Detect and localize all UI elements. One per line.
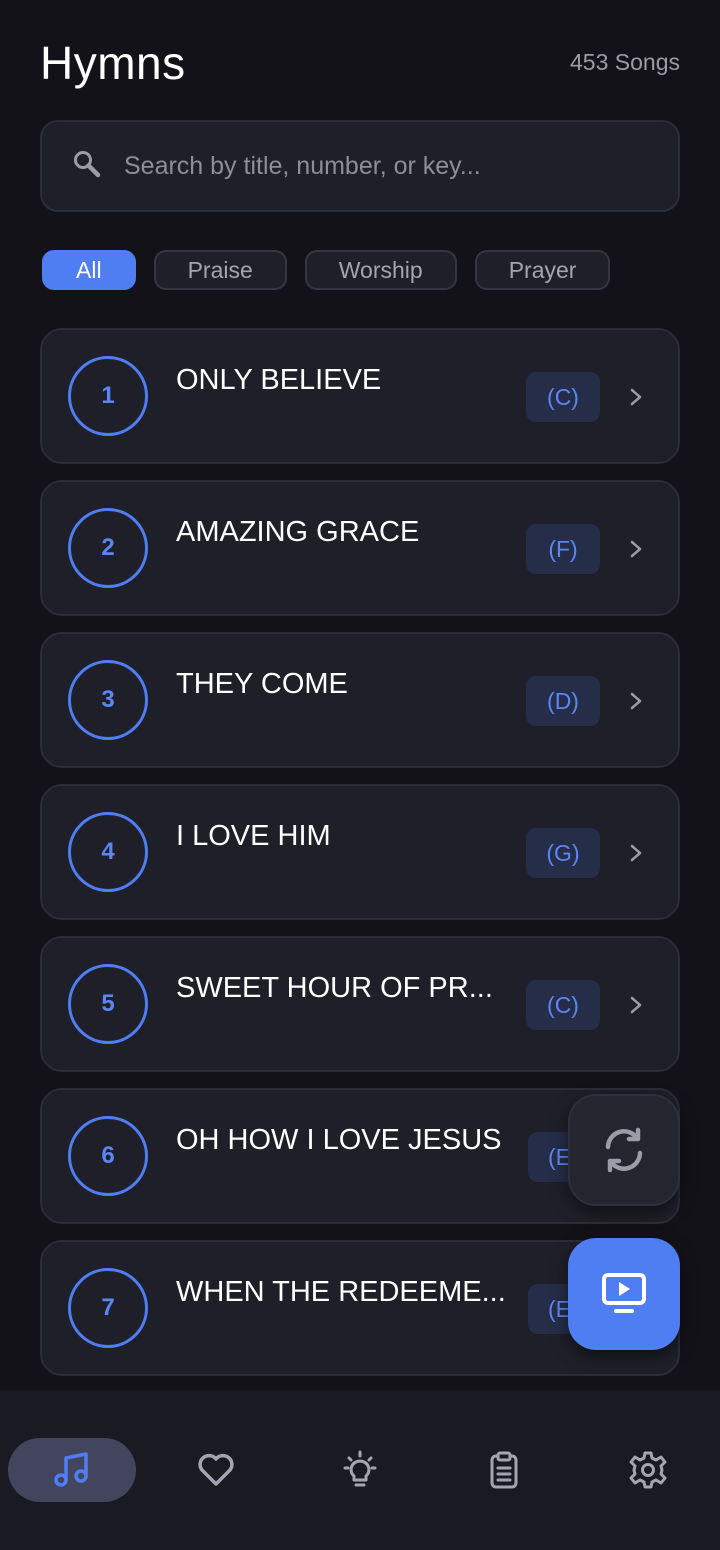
song-title: SWEET HOUR OF PR... — [176, 972, 493, 1004]
song-card[interactable]: 5 SWEET HOUR OF PR... (C) — [40, 936, 680, 1072]
lightbulb-icon — [343, 1450, 377, 1487]
song-card[interactable]: 1 ONLY BELIEVE (C) — [40, 328, 680, 464]
song-title: OH HOW I LOVE JESUS — [176, 1124, 502, 1156]
nav-favorites[interactable] — [152, 1438, 280, 1502]
song-number-badge: 4 — [68, 812, 148, 892]
song-title: THEY COME — [176, 668, 348, 700]
song-count: 453 Songs — [570, 49, 680, 75]
song-key-badge: (F) — [526, 524, 600, 574]
song-key-badge: (D) — [526, 676, 600, 726]
search-icon — [72, 149, 102, 184]
nav-songs[interactable] — [8, 1438, 136, 1502]
nav-ideas[interactable] — [296, 1438, 424, 1502]
refresh-button[interactable] — [568, 1094, 680, 1206]
filter-chip-prayer[interactable]: Prayer — [474, 250, 611, 290]
song-title: WHEN THE REDEEME... — [176, 1276, 506, 1308]
song-number-badge: 3 — [68, 660, 148, 740]
chevron-right-icon — [630, 692, 642, 710]
bottom-navigation — [0, 1390, 720, 1550]
song-key-badge: (G) — [526, 828, 600, 878]
chevron-right-icon — [630, 844, 642, 862]
filter-chips: All Praise Worship Prayer — [42, 250, 611, 290]
song-title: I LOVE HIM — [176, 820, 331, 852]
refresh-icon — [605, 1127, 643, 1173]
chevron-right-icon — [630, 540, 642, 558]
filter-chip-worship[interactable]: Worship — [304, 250, 457, 290]
present-button[interactable] — [568, 1238, 680, 1350]
song-title: ONLY BELIEVE — [176, 364, 382, 396]
song-card[interactable]: 4 I LOVE HIM (G) — [40, 784, 680, 920]
song-key-badge: (C) — [526, 372, 600, 422]
song-number-badge: 5 — [68, 964, 148, 1044]
song-number-badge: 2 — [68, 508, 148, 588]
song-number-badge: 7 — [68, 1268, 148, 1348]
clipboard-icon — [490, 1451, 518, 1489]
song-title: AMAZING GRACE — [176, 516, 420, 548]
page-title: Hymns — [40, 37, 186, 89]
page-header: Hymns 453 Songs — [40, 34, 680, 94]
heart-icon — [198, 1453, 234, 1486]
music-note-icon — [54, 1452, 88, 1487]
song-number-badge: 1 — [68, 356, 148, 436]
nav-setlists[interactable] — [440, 1438, 568, 1502]
chevron-right-icon — [630, 388, 642, 406]
song-card[interactable]: 3 THEY COME (D) — [40, 632, 680, 768]
gear-icon — [629, 1451, 667, 1489]
nav-settings[interactable] — [584, 1438, 712, 1502]
song-card[interactable]: 2 AMAZING GRACE (F) — [40, 480, 680, 616]
song-list: 1 ONLY BELIEVE (C) 2 AMAZING GRACE (F) 3… — [40, 328, 680, 1392]
filter-chip-all[interactable]: All — [42, 250, 136, 290]
search-input[interactable] — [124, 151, 678, 181]
song-key-badge: (C) — [526, 980, 600, 1030]
song-number-badge: 6 — [68, 1116, 148, 1196]
chevron-right-icon — [630, 996, 642, 1014]
present-screen-icon — [602, 1273, 646, 1313]
search-bar[interactable] — [40, 120, 680, 212]
filter-chip-praise[interactable]: Praise — [153, 250, 287, 290]
